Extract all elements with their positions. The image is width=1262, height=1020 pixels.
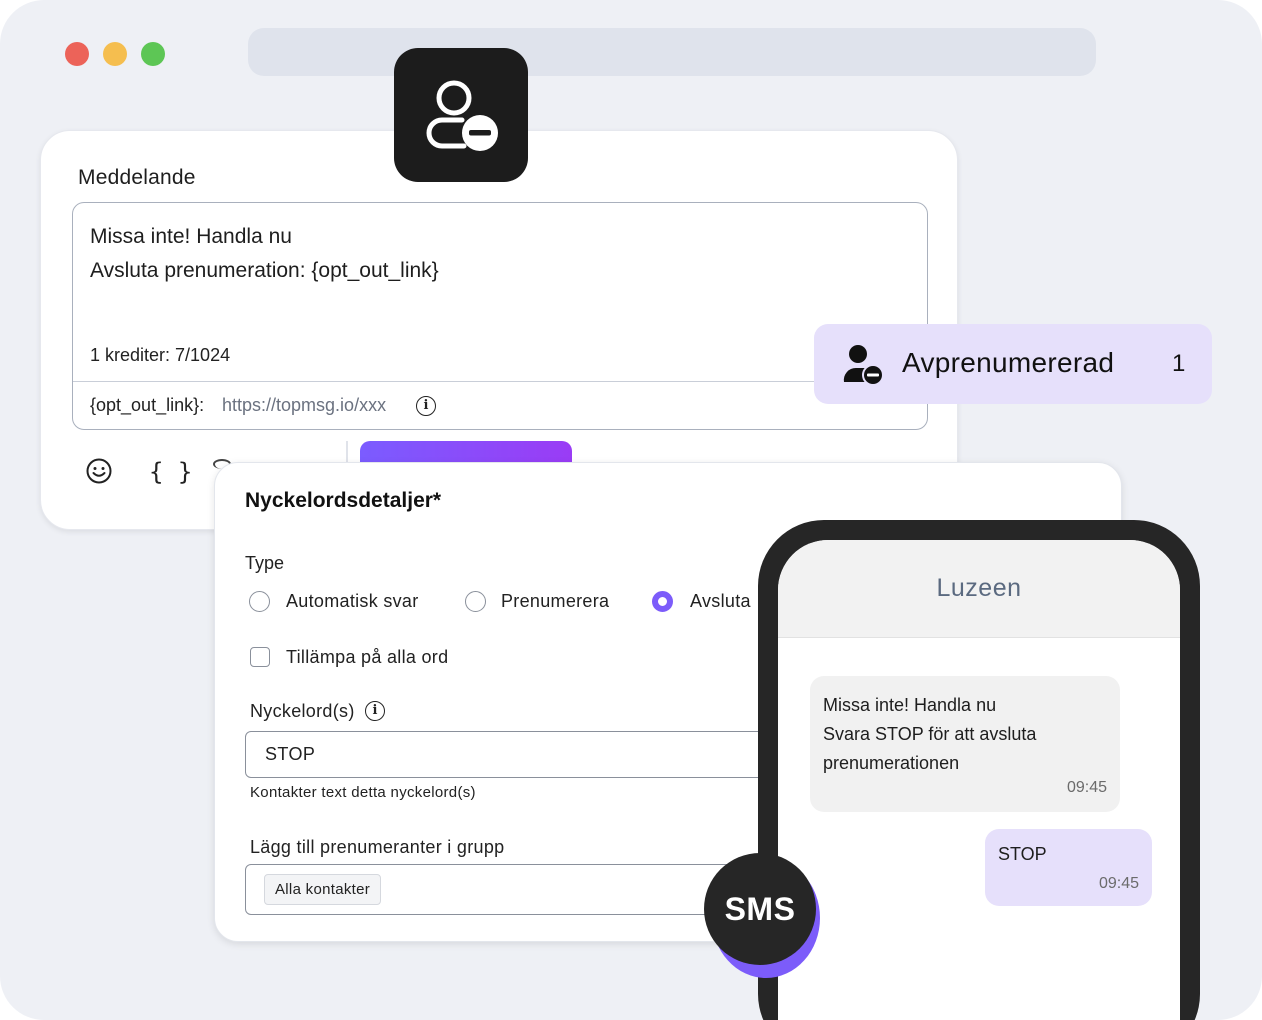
minimize-window-dot[interactable] bbox=[103, 42, 127, 66]
close-window-dot[interactable] bbox=[65, 42, 89, 66]
incoming-line-3: prenumerationen bbox=[823, 753, 960, 773]
outgoing-message-text: STOP bbox=[998, 844, 1047, 864]
user-minus-icon bbox=[426, 80, 498, 151]
keyword-value: STOP bbox=[265, 744, 316, 764]
radio-label-prenumerera[interactable]: Prenumerera bbox=[501, 591, 609, 612]
braces-icon[interactable]: { } bbox=[149, 458, 192, 486]
message-textarea[interactable]: Missa inte! Handla nu Avsluta prenumerat… bbox=[72, 202, 928, 430]
apply-all-label[interactable]: Tillämpa på alla ord bbox=[286, 647, 448, 668]
credits-counter: 1 krediter: 7/1024 bbox=[90, 345, 231, 365]
incoming-timestamp: 09:45 bbox=[1066, 779, 1107, 796]
unsubscribed-pill: Avprenumererad 1 bbox=[814, 324, 1212, 404]
unsubscribe-tile bbox=[394, 48, 528, 182]
incoming-line-1: Missa inte! Handla nu bbox=[823, 695, 997, 715]
unsubscribed-label: Avprenumererad bbox=[902, 347, 1115, 378]
message-line-2: Avsluta prenumeration: {opt_out_link} bbox=[90, 259, 439, 282]
keyword-details-title: Nyckelordsdetaljer* bbox=[245, 489, 442, 512]
type-label: Type bbox=[245, 553, 285, 573]
optout-url[interactable]: https://topmsg.io/xxx bbox=[222, 395, 386, 416]
keywords-label: Nyckelord(s) bbox=[250, 701, 355, 721]
unsubscribed-count: 1 bbox=[1172, 350, 1186, 377]
radio-prenumerera[interactable] bbox=[465, 591, 486, 612]
contact-name: Luzeen bbox=[936, 574, 1022, 602]
phone-mockup: Luzeen Missa inte! Handla nu Svara STOP … bbox=[758, 520, 1200, 1020]
maximize-window-dot[interactable] bbox=[141, 42, 165, 66]
address-bar[interactable] bbox=[248, 28, 1096, 76]
radio-avsluta[interactable] bbox=[652, 591, 673, 612]
incoming-message-bubble: Missa inte! Handla nu Svara STOP för att… bbox=[810, 676, 1120, 812]
info-icon[interactable]: i bbox=[416, 396, 436, 416]
browser-window: Meddelande Missa inte! Handla nu Avsluta… bbox=[0, 0, 1262, 1020]
radio-label-avsluta[interactable]: Avsluta bbox=[690, 591, 751, 612]
radio-label-automatisk-svar[interactable]: Automatisk svar bbox=[286, 591, 419, 612]
keyword-help-text: Kontakter text detta nyckelord(s) bbox=[250, 784, 476, 801]
outgoing-message-bubble: STOP 09:45 bbox=[985, 829, 1152, 906]
phone-screen: Luzeen Missa inte! Handla nu Svara STOP … bbox=[778, 540, 1180, 1020]
incoming-line-2: Svara STOP för att avsluta bbox=[823, 724, 1037, 744]
user-minus-icon bbox=[843, 345, 884, 386]
apply-all-checkbox[interactable] bbox=[250, 647, 270, 667]
message-line-1: Missa inte! Handla nu bbox=[90, 225, 292, 248]
group-chip[interactable]: Alla kontakter bbox=[264, 874, 382, 905]
group-label: Lägg till prenumeranter i grupp bbox=[250, 837, 505, 857]
radio-automatisk-svar[interactable] bbox=[249, 591, 270, 612]
info-icon[interactable]: i bbox=[365, 701, 385, 721]
emoji-icon[interactable] bbox=[85, 457, 113, 485]
optout-link-row: {opt_out_link}: https://topmsg.io/xxx i bbox=[73, 381, 927, 429]
chat-header: Luzeen bbox=[778, 540, 1180, 638]
optout-key: {opt_out_link}: bbox=[90, 395, 205, 415]
incoming-message-text: Missa inte! Handla nu Svara STOP för att… bbox=[823, 691, 1036, 778]
outgoing-timestamp: 09:45 bbox=[1098, 875, 1139, 892]
sms-badge: SMS bbox=[704, 853, 816, 965]
message-label: Meddelande bbox=[78, 166, 196, 189]
